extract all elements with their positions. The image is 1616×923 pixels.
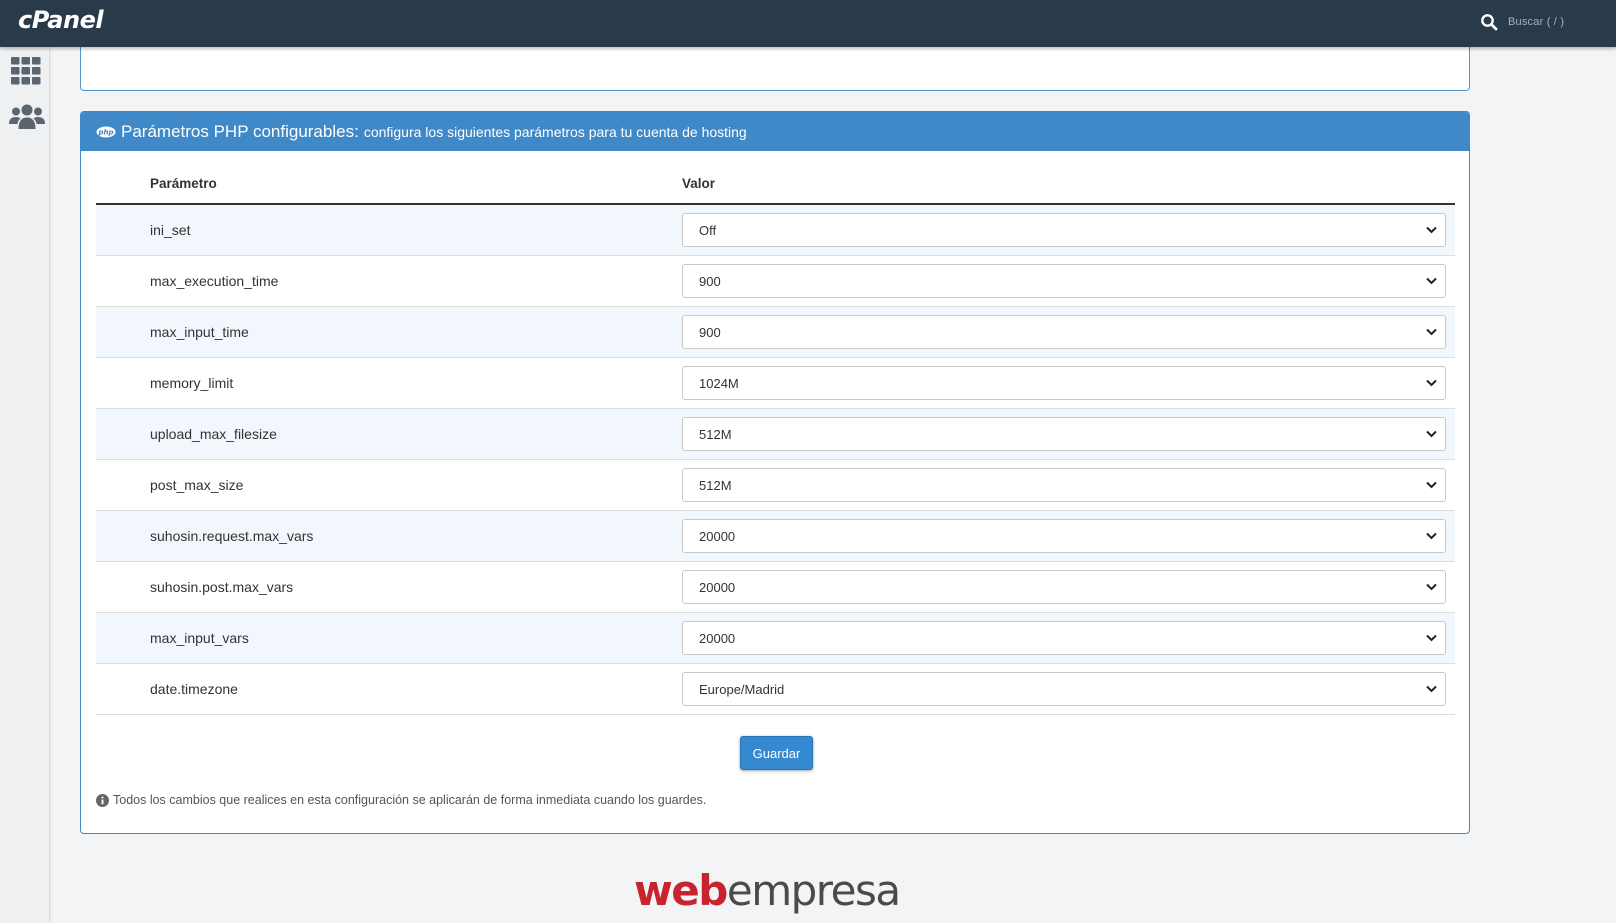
sidebar (0, 47, 50, 923)
param-value-select[interactable]: 900 (682, 315, 1446, 349)
selected-value: 20000 (699, 529, 736, 544)
param-name: upload_max_filesize (150, 426, 277, 442)
param-value-select[interactable]: Europe/Madrid (682, 672, 1446, 706)
param-value-select[interactable]: 900 (682, 264, 1446, 298)
selected-value: 900 (699, 325, 721, 340)
table-row: max_input_time 900 (96, 307, 1455, 358)
table-row: memory_limit 1024M (96, 358, 1455, 409)
selected-value: 512M (699, 427, 732, 442)
brand-part-empresa: empresa (726, 866, 901, 915)
param-name: max_execution_time (150, 273, 279, 289)
panel-header: php Parámetros PHP configurables: config… (81, 112, 1469, 151)
table-body: ini_set Off max_execution_time 900 max_input… (96, 205, 1455, 715)
chevron-down-icon (1426, 634, 1437, 642)
param-name: suhosin.request.max_vars (150, 528, 314, 544)
table-row: suhosin.post.max_vars 20000 (96, 562, 1455, 613)
info-icon (96, 793, 109, 807)
selected-value: Europe/Madrid (699, 682, 785, 697)
param-name: max_input_vars (150, 630, 249, 646)
brand-part-web: web (634, 866, 728, 915)
param-name: memory_limit (150, 375, 234, 391)
chevron-down-icon (1426, 277, 1437, 285)
table-row: suhosin.request.max_vars 20000 (96, 511, 1455, 562)
sidebar-item-users[interactable] (9, 101, 45, 133)
table-row: ini_set Off (96, 205, 1455, 256)
selected-value: 512M (699, 478, 732, 493)
search-placeholder[interactable]: Buscar ( / ) (1508, 16, 1564, 28)
chevron-down-icon (1426, 685, 1437, 693)
param-value-select[interactable]: 512M (682, 468, 1446, 502)
webempresa-logo[interactable]: webempresa (634, 870, 901, 912)
param-value-select[interactable]: 1024M (682, 366, 1446, 400)
top-bar: cPanel Buscar ( / ) (0, 0, 1616, 47)
info-note-text: Todos los cambios que realices en esta c… (113, 793, 707, 807)
selected-value: 20000 (699, 580, 736, 595)
svg-text:php: php (97, 128, 113, 136)
table-row: max_input_vars 20000 (96, 613, 1455, 664)
users-icon (9, 104, 45, 129)
param-value-select[interactable]: 20000 (682, 519, 1446, 553)
info-note: Todos los cambios que realices en esta c… (96, 793, 706, 807)
search-box[interactable]: Buscar ( / ) (1480, 13, 1564, 31)
table-row: post_max_size 512M (96, 460, 1455, 511)
chevron-down-icon (1426, 379, 1437, 387)
param-value-select[interactable]: Off (682, 213, 1446, 247)
selected-value: Off (699, 223, 717, 238)
apps-grid-icon (11, 57, 41, 85)
cpanel-logo[interactable]: cPanel (18, 6, 104, 34)
php-params-panel: php Parámetros PHP configurables: config… (80, 111, 1470, 834)
search-icon[interactable] (1480, 13, 1498, 31)
selected-value: 1024M (699, 376, 739, 391)
column-header-parametro: Parámetro (150, 176, 217, 191)
selected-value: 900 (699, 274, 721, 289)
table-row: max_execution_time 900 (96, 256, 1455, 307)
param-name: suhosin.post.max_vars (150, 579, 294, 595)
php-icon: php (96, 126, 116, 137)
sidebar-item-apps[interactable] (10, 55, 42, 87)
chevron-down-icon (1426, 481, 1437, 489)
selected-value: 20000 (699, 631, 736, 646)
chevron-down-icon (1426, 583, 1437, 591)
param-name: ini_set (150, 222, 191, 238)
table-row: date.timezone Europe/Madrid (96, 664, 1455, 715)
param-value-select[interactable]: 20000 (682, 621, 1446, 655)
table-row: upload_max_filesize 512M (96, 409, 1455, 460)
param-value-select[interactable]: 20000 (682, 570, 1446, 604)
param-name: post_max_size (150, 477, 244, 493)
panel-subtitle: configura los siguientes parámetros para… (363, 123, 747, 140)
column-header-valor: Valor (682, 176, 716, 191)
previous-panel (80, 40, 1470, 91)
save-button[interactable]: Guardar (740, 736, 813, 770)
panel-title: Parámetros PHP configurables: (121, 121, 359, 141)
chevron-down-icon (1426, 328, 1437, 336)
param-name: max_input_time (150, 324, 249, 340)
param-name: date.timezone (150, 681, 238, 697)
chevron-down-icon (1426, 226, 1437, 234)
table-header: Parámetro Valor (96, 151, 1455, 205)
param-value-select[interactable]: 512M (682, 417, 1446, 451)
chevron-down-icon (1426, 430, 1437, 438)
chevron-down-icon (1426, 532, 1437, 540)
params-table: Parámetro Valor ini_set Off max_execution_… (96, 151, 1455, 715)
